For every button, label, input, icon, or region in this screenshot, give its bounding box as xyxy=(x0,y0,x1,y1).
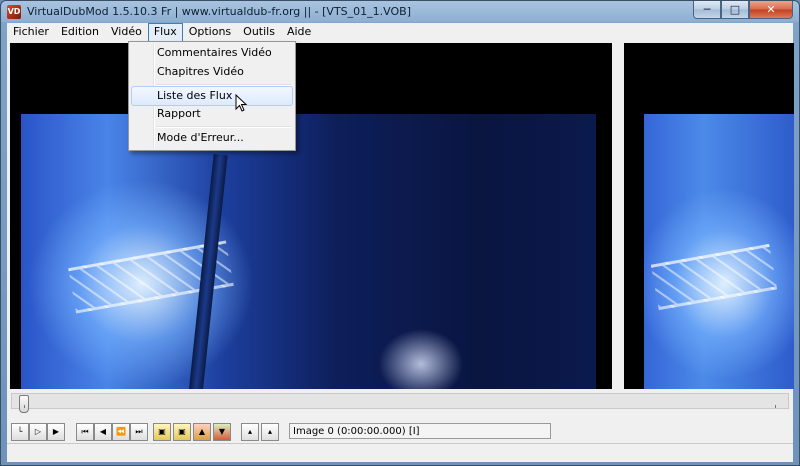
mark-in-icon: ▲ xyxy=(198,427,206,436)
stage-truss-image xyxy=(650,243,778,311)
go-end-button[interactable]: ⏭ xyxy=(130,423,148,441)
menu-edition[interactable]: Edition xyxy=(55,23,105,41)
mark-out-icon: ▼ xyxy=(218,427,226,436)
mark-in-button[interactable]: ▲ xyxy=(193,423,211,441)
menu-fichier[interactable]: Fichier xyxy=(7,23,55,41)
prev-mark-button[interactable]: ▴ xyxy=(241,423,259,441)
step-back-button[interactable]: ◀ xyxy=(94,423,112,441)
title-bar[interactable]: VD VirtualDubMod 1.5.10.3 Fr | www.virtu… xyxy=(1,1,799,23)
menu-aide[interactable]: Aide xyxy=(281,23,317,41)
client-area: Fichier Edition Vidéo Flux Options Outil… xyxy=(7,23,794,462)
menu-options[interactable]: Options xyxy=(183,23,237,41)
next-mark-button[interactable]: ▴ xyxy=(261,423,279,441)
scene-back-icon: ▣ xyxy=(158,427,166,436)
play-output-icon: ▶ xyxy=(52,427,60,436)
output-video-frame xyxy=(644,114,794,389)
menu-item-chapitres-video[interactable]: Chapitres Vidéo xyxy=(131,62,293,82)
timeline-ticks xyxy=(24,405,776,408)
stop-button[interactable]: └ xyxy=(11,423,29,441)
play-output-button[interactable]: ▶ xyxy=(47,423,65,441)
step-back-icon: ◀ xyxy=(99,427,107,436)
stop-icon: └ xyxy=(17,427,23,436)
scene-forward-button[interactable]: ▣ xyxy=(173,423,191,441)
scene-back-button[interactable]: ▣ xyxy=(153,423,171,441)
timeline-slider[interactable] xyxy=(11,393,789,413)
app-window: VD VirtualDubMod 1.5.10.3 Fr | www.virtu… xyxy=(0,0,800,466)
menu-outils[interactable]: Outils xyxy=(237,23,281,41)
mouse-cursor-icon xyxy=(235,94,248,112)
menu-item-rapport[interactable]: Rapport xyxy=(131,104,293,124)
prev-mark-icon: ▴ xyxy=(247,427,252,436)
play-input-button[interactable]: ▷ xyxy=(29,423,47,441)
frame-status: Image 0 (0:00:00.000) [I] xyxy=(289,423,551,439)
timeline-thumb[interactable] xyxy=(19,395,29,413)
playback-toolbar: └ ▷ ▶ ⏮ ◀ ⏪ ⏭ ▣ ▣ ▲ ▼ ▴ ▴ Image 0 (0:00:… xyxy=(7,421,793,443)
menu-item-mode-erreur[interactable]: Mode d'Erreur... xyxy=(131,128,293,148)
go-start-icon: ⏮ xyxy=(81,427,89,436)
status-bar xyxy=(7,443,793,462)
next-mark-icon: ▴ xyxy=(267,427,272,436)
output-video-pane[interactable] xyxy=(624,43,794,389)
play-input-icon: ▷ xyxy=(34,427,42,436)
menu-item-commentaires-video[interactable]: Commentaires Vidéo xyxy=(131,43,293,63)
scene-forward-icon: ▣ xyxy=(178,427,186,436)
flux-menu-dropdown: Commentaires Vidéo Chapitres Vidéo Liste… xyxy=(128,41,296,151)
video-area xyxy=(7,43,794,389)
mark-out-button[interactable]: ▼ xyxy=(213,423,231,441)
app-logo-icon[interactable]: VD xyxy=(7,5,21,19)
menu-video[interactable]: Vidéo xyxy=(105,23,148,41)
menu-flux[interactable]: Flux xyxy=(147,23,183,42)
timeline-row xyxy=(7,389,793,413)
key-back-button[interactable]: ⏪ xyxy=(112,423,130,441)
go-end-icon: ⏭ xyxy=(135,427,143,436)
close-button[interactable]: ✕ xyxy=(749,1,793,19)
menu-bar: Fichier Edition Vidéo Flux Options Outil… xyxy=(7,23,793,42)
input-video-frame xyxy=(21,114,596,389)
go-start-button[interactable]: ⏮ xyxy=(76,423,94,441)
key-back-icon: ⏪ xyxy=(116,427,126,436)
menu-item-liste-des-flux[interactable]: Liste des Flux xyxy=(131,86,293,106)
minimize-button[interactable]: ─ xyxy=(693,1,721,19)
input-video-pane[interactable] xyxy=(10,43,612,389)
maximize-button[interactable]: □ xyxy=(721,1,749,19)
window-title: VirtualDubMod 1.5.10.3 Fr | www.virtuald… xyxy=(27,5,411,18)
